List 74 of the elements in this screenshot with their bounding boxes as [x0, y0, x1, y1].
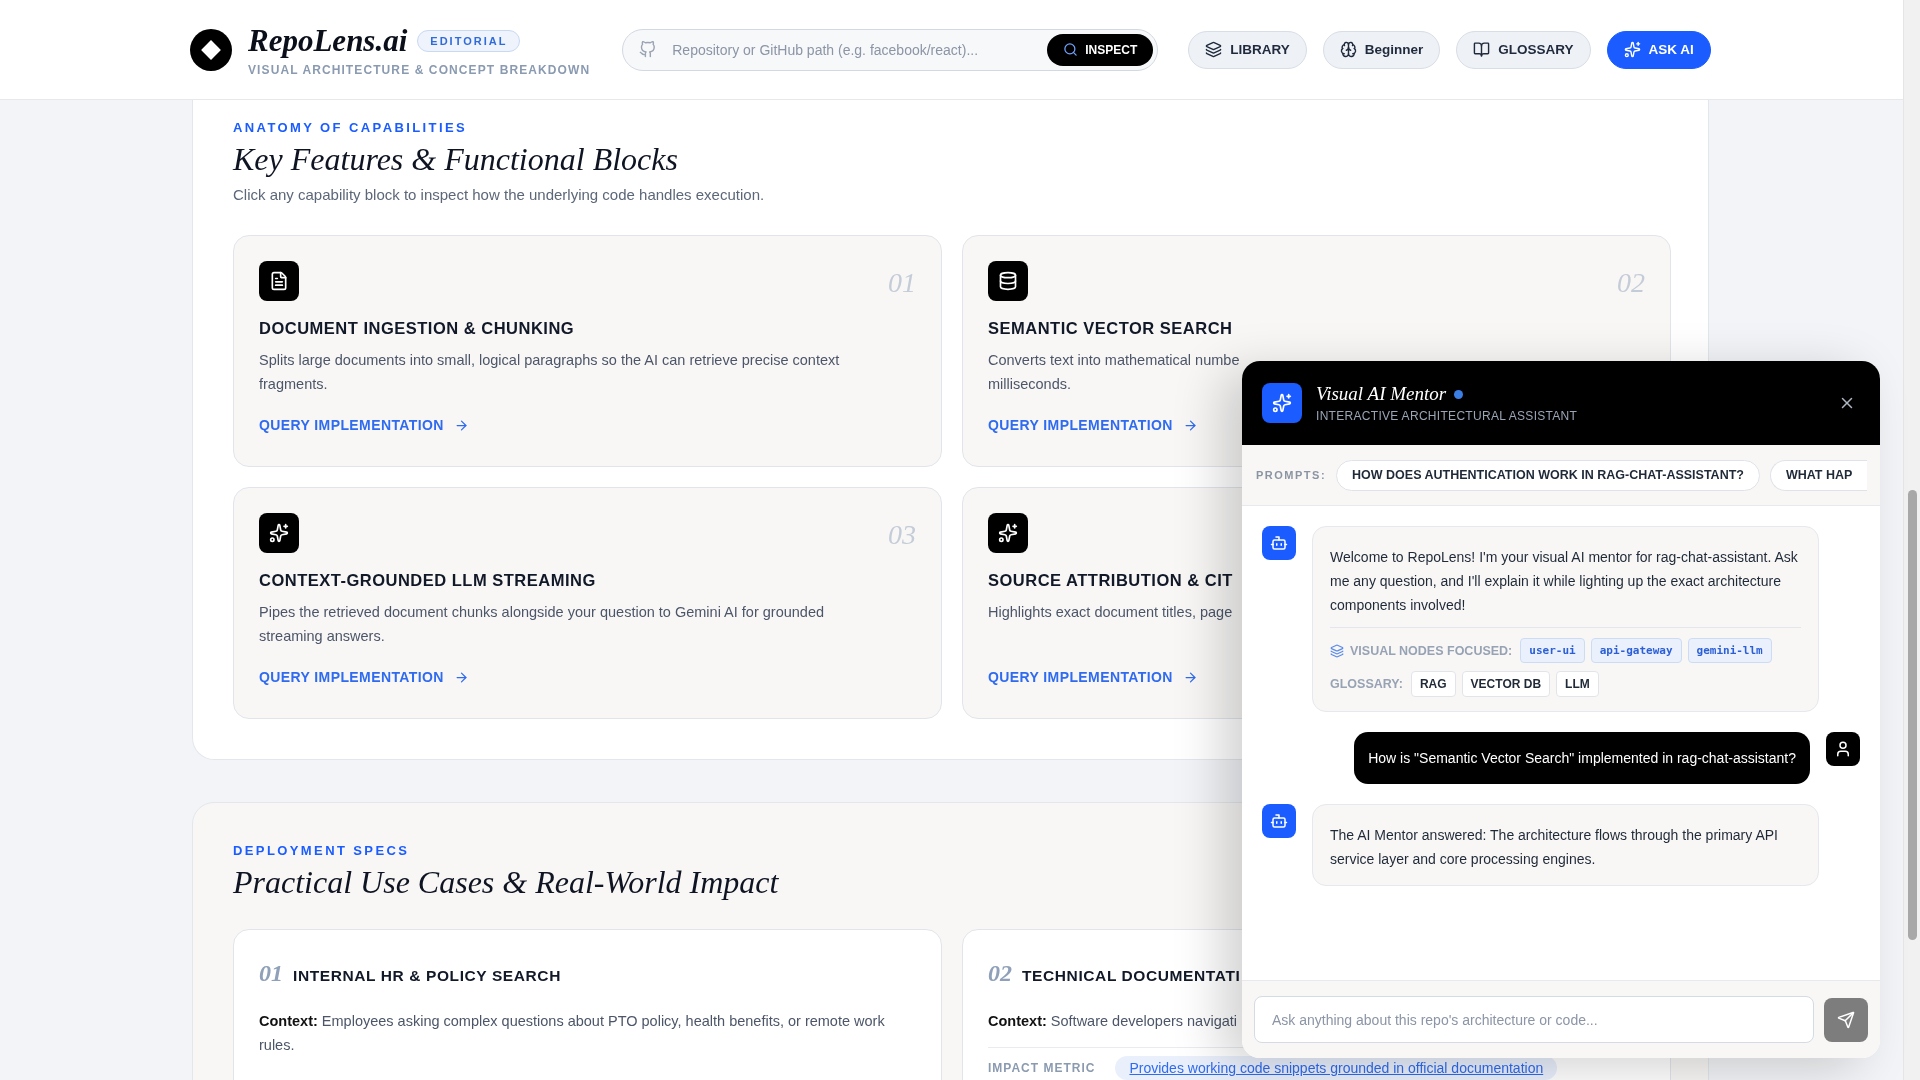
feature-description: Highlights exact document titles, page [988, 603, 1233, 622]
brand-subtitle: VISUAL ARCHITECTURE & CONCEPT BREAKDOWN [248, 62, 591, 77]
glossary-tag[interactable]: LLM [1556, 671, 1599, 697]
chat-title: Visual AI Mentor [1316, 383, 1447, 405]
glossary-tag[interactable]: RAG [1410, 671, 1456, 697]
use-case-title: INTERNAL HR & POLICY SEARCH [293, 967, 561, 985]
node-tag[interactable]: user-ui [1520, 638, 1585, 663]
layers-icon [1205, 41, 1223, 58]
bot-avatar [1262, 804, 1296, 838]
database-icon [998, 271, 1018, 291]
search-icon [1063, 42, 1079, 57]
prompts-label: PROMPTS: [1256, 469, 1327, 481]
prompt-chip[interactable]: HOW DOES AUTHENTICATION WORK IN RAG-CHAT-ASSISTANT? [1336, 459, 1760, 491]
bot-avatar [1262, 526, 1296, 560]
section-title: Key Features & Functional Blocks [233, 141, 678, 178]
impact-tag: Provides working code snippets grounded in official documentation [1115, 1056, 1558, 1080]
arrow-icon [453, 669, 469, 685]
use-case-context: Context: Software developers navigati [988, 1012, 1238, 1031]
feature-title: SEMANTIC VECTOR SEARCH [988, 319, 1233, 338]
use-case-context: Context: Employees asking complex questions about PTO policy, health benefits, or remote work rules. [259, 1012, 886, 1055]
brain-icon [1339, 41, 1357, 58]
query-link[interactable]: QUERY IMPLEMENTATION [988, 669, 1198, 685]
prompt-chip[interactable]: WHAT HAP [1769, 459, 1868, 491]
glossary-label: GLOSSARY: [1330, 677, 1403, 691]
use-case-title: TECHNICAL DOCUMENTATI [1022, 967, 1241, 985]
send-button[interactable] [1824, 997, 1868, 1042]
message-text: The AI Mentor answered: The architecture flows through the primary API service layer and core processing engines. [1330, 826, 1779, 869]
book-icon [1473, 41, 1491, 58]
document-icon [269, 271, 289, 291]
sparkles-icon [998, 523, 1018, 543]
send-icon [1837, 1010, 1855, 1029]
node-tag[interactable]: api-gateway [1590, 638, 1682, 663]
inspect-button[interactable]: INSPECT [1047, 33, 1154, 66]
section-eyebrow: DEPLOYMENT SPECS [233, 843, 410, 858]
logo-icon [190, 28, 232, 71]
message-text: Welcome to RepoLens! I'm your visual AI mentor for rag-chat-assistant. Ask me any question, and I'll explain it while lighting up the exact architecture components involved! [1330, 548, 1799, 615]
section-title: Practical Use Cases & Real-World Impact [233, 864, 779, 901]
search-field[interactable]: Repository or GitHub path (e.g. facebook/react)... INSPECT [622, 28, 1159, 71]
nav-button[interactable]: ASK AI [1606, 30, 1711, 69]
section-eyebrow: ANATOMY OF CAPABILITIES [233, 120, 468, 135]
nav-button[interactable]: Beginner [1322, 30, 1441, 69]
query-link[interactable]: QUERY IMPLEMENTATION [259, 669, 469, 685]
feature-title: DOCUMENT INGESTION & CHUNKING [259, 319, 575, 338]
use-case-number: 01 [259, 960, 283, 987]
sparkles-icon [269, 523, 289, 543]
query-link[interactable]: QUERY IMPLEMENTATION [259, 417, 469, 433]
node-tag[interactable]: gemini-llm [1687, 638, 1772, 663]
chat-subtitle: INTERACTIVE ARCHITECTURAL ASSISTANT [1316, 409, 1579, 423]
feature-description: Pipes the retrieved document chunks alongside your question to Gemini AI for grounded streaming answers. [259, 603, 825, 646]
user-avatar [1826, 732, 1860, 766]
chat-input[interactable]: Ask anything about this repo's architecture or code... [1254, 996, 1814, 1043]
layers-icon [1330, 643, 1344, 658]
impact-label: IMPACT METRIC [988, 1061, 1096, 1075]
feature-description: Converts text into mathematical numbe milliseconds. [988, 351, 1240, 394]
sparkles-icon [1262, 383, 1302, 423]
brand-name: RepoLens.ai [248, 22, 408, 59]
arrow-icon [1182, 669, 1198, 685]
nodes-label: VISUAL NODES FOCUSED: [1350, 643, 1513, 658]
edition-badge: EDITORIAL [417, 29, 521, 52]
nav-button[interactable]: GLOSSARY [1456, 30, 1591, 69]
nav-button[interactable]: LIBRARY [1188, 30, 1307, 69]
arrow-icon [453, 417, 469, 433]
section-subtitle: Click any capability block to inspect how the underlying code handles execution. [233, 186, 765, 203]
use-case-number: 02 [988, 960, 1012, 987]
scrollbar[interactable] [1903, 0, 1920, 1080]
query-link[interactable]: QUERY IMPLEMENTATION [988, 417, 1198, 433]
feature-title: SOURCE ATTRIBUTION & CIT [988, 571, 1233, 590]
arrow-icon [1182, 417, 1198, 433]
user-message: How is "Semantic Vector Search" implemented in rag-chat-assistant? [1354, 732, 1810, 784]
feature-title: CONTEXT-GROUNDED LLM STREAMING [259, 571, 596, 590]
glossary-tag[interactable]: VECTOR DB [1461, 671, 1551, 697]
sparkles-icon [1623, 41, 1641, 58]
github-icon [639, 41, 657, 58]
feature-description: Splits large documents into small, logical paragraphs so the AI can retrieve precise context fragments. [259, 351, 840, 394]
